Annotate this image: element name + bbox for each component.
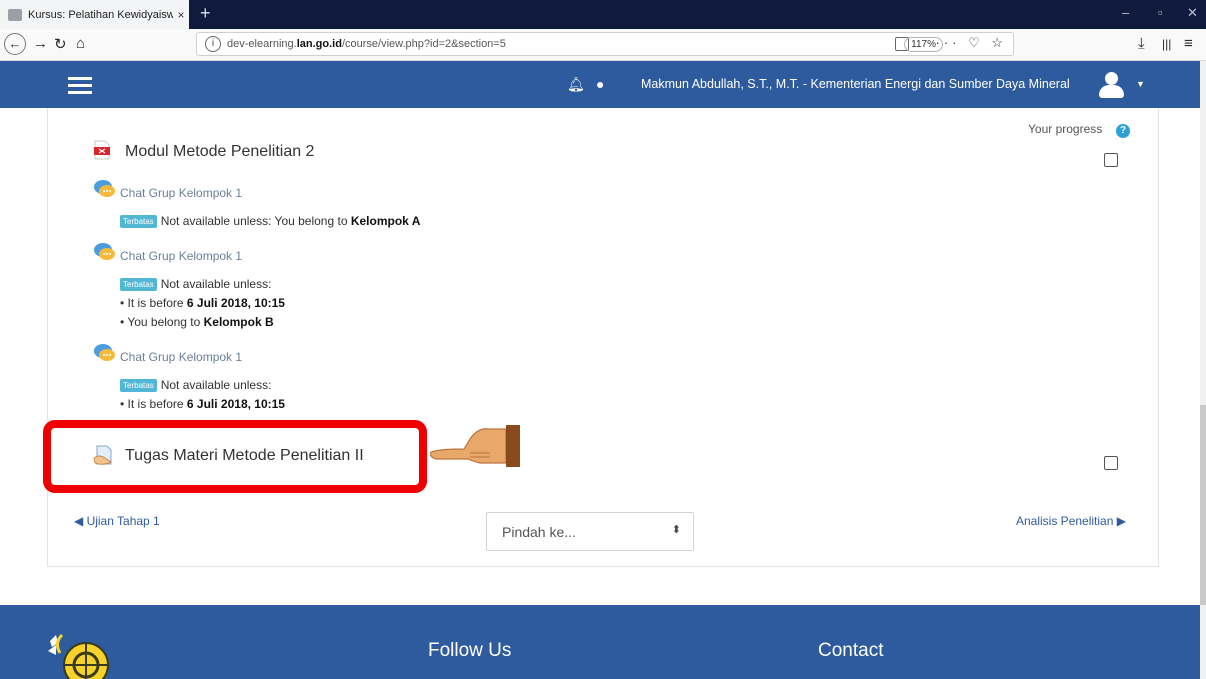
user-menu-name[interactable]: Makmun Abdullah, S.T., M.T. - Kementeria… — [641, 77, 1070, 91]
restricted-badge: Terbatas — [120, 379, 157, 392]
progress-label: Your progress — [1028, 122, 1103, 136]
user-avatar-icon[interactable] — [1096, 70, 1126, 100]
restriction-info: Terbatas Not available unless: — [120, 378, 271, 392]
tab-title: Kursus: Pelatihan Kewidyaiswaran — [28, 8, 173, 21]
course-section-card — [47, 108, 1159, 567]
window-close-button[interactable]: ✕ — [1187, 5, 1198, 21]
restriction-text: Not available unless: — [160, 378, 272, 392]
user-menu-caret-icon[interactable]: ▼ — [1136, 79, 1145, 89]
hamburger-menu-icon[interactable] — [68, 77, 92, 95]
restriction-text: Not available unless: You belong to — [160, 214, 351, 228]
window-minimize-button[interactable]: – — [1122, 5, 1129, 20]
restriction-group: Kelompok A — [350, 214, 421, 228]
prev-section-link[interactable]: ◀ Ujian Tahap 1 — [74, 514, 160, 528]
url-bar[interactable]: i dev-elearning. lan.go.id/course/view.ph… — [196, 32, 1014, 56]
restriction-text: Not available unless: — [160, 277, 272, 291]
home-icon[interactable]: ⌂ — [76, 35, 85, 52]
restriction-condition: • It is before 6 Juli 2018, 10:15 — [120, 397, 285, 411]
footer-follow-heading: Follow Us — [428, 640, 512, 661]
restriction-condition: • It is before 6 Juli 2018, 10:15 — [120, 296, 285, 310]
tab-close-icon[interactable]: × — [173, 8, 189, 22]
help-icon[interactable]: ? — [1116, 124, 1130, 138]
institution-logo — [48, 633, 109, 679]
select-arrows-icon: ⬍ — [671, 524, 681, 536]
completion-checkbox[interactable] — [1104, 456, 1118, 470]
site-info-icon[interactable]: i — [205, 36, 221, 52]
browser-tab-bar: Kursus: Pelatihan Kewidyaiswaran × + – ▫… — [0, 0, 1206, 29]
library-icon[interactable]: ||| — [1162, 37, 1171, 51]
footer-contact-heading: Contact — [818, 640, 884, 661]
chat-activity-link[interactable]: Chat Grup Kelompok 1 — [120, 186, 242, 200]
highlight-box — [43, 420, 427, 493]
page-actions-icon[interactable]: ··· ♡ ☆ — [935, 35, 1007, 51]
forward-icon[interactable]: → — [33, 35, 48, 52]
url-prefix: dev-elearning. — [227, 38, 297, 50]
chat-bubble-icon — [94, 243, 115, 260]
downloads-icon[interactable]: ⤓ — [1138, 35, 1145, 52]
jump-to-select[interactable]: Pindah ke... ⬍ — [486, 512, 694, 551]
reload-icon[interactable]: ↻ — [54, 35, 67, 53]
completion-checkbox[interactable] — [1104, 153, 1118, 167]
restriction-info: Terbatas Not available unless: — [120, 277, 271, 291]
back-button[interactable]: ← — [4, 33, 26, 55]
next-section-link[interactable]: Analisis Penelitian ▶ — [1016, 514, 1126, 528]
menu-icon[interactable]: ≡ — [1184, 35, 1193, 52]
pdf-icon — [94, 140, 110, 160]
pointing-hand-icon — [430, 425, 520, 467]
site-header: 🔔︎ ● Makmun Abdullah, S.T., M.T. - Kemen… — [0, 61, 1200, 108]
jump-to-value: Pindah ke... — [502, 524, 576, 540]
browser-tab[interactable]: Kursus: Pelatihan Kewidyaiswaran × — [0, 0, 189, 29]
restriction-info: Terbatas Not available unless: You belong… — [120, 214, 420, 228]
site-favicon-icon — [8, 8, 22, 21]
messages-icon[interactable]: ● — [596, 76, 604, 92]
restriction-condition: • You belong to Kelompok B — [120, 315, 274, 329]
chat-activity-link[interactable]: Chat Grup Kelompok 1 — [120, 350, 242, 364]
url-path: /course/view.php?id=2&section=5 — [341, 38, 506, 50]
browser-toolbar: ← → ↻ ⌂ i dev-elearning. lan.go.id/course… — [0, 29, 1206, 61]
url-domain: lan.go.id — [296, 38, 342, 50]
restricted-badge: Terbatas — [120, 215, 157, 228]
page-scrollbar-thumb[interactable] — [1200, 405, 1206, 605]
restricted-badge: Terbatas — [120, 278, 157, 291]
site-footer — [0, 605, 1200, 679]
chat-bubble-icon — [94, 344, 115, 361]
window-maximize-button[interactable]: ▫ — [1158, 5, 1163, 20]
chat-activity-link[interactable]: Chat Grup Kelompok 1 — [120, 249, 242, 263]
chat-bubble-icon — [94, 180, 115, 197]
activity-link-modul[interactable]: Modul Metode Penelitian 2 — [125, 143, 314, 161]
notifications-bell-icon[interactable]: 🔔︎ — [567, 76, 585, 93]
new-tab-button[interactable]: + — [200, 3, 211, 24]
